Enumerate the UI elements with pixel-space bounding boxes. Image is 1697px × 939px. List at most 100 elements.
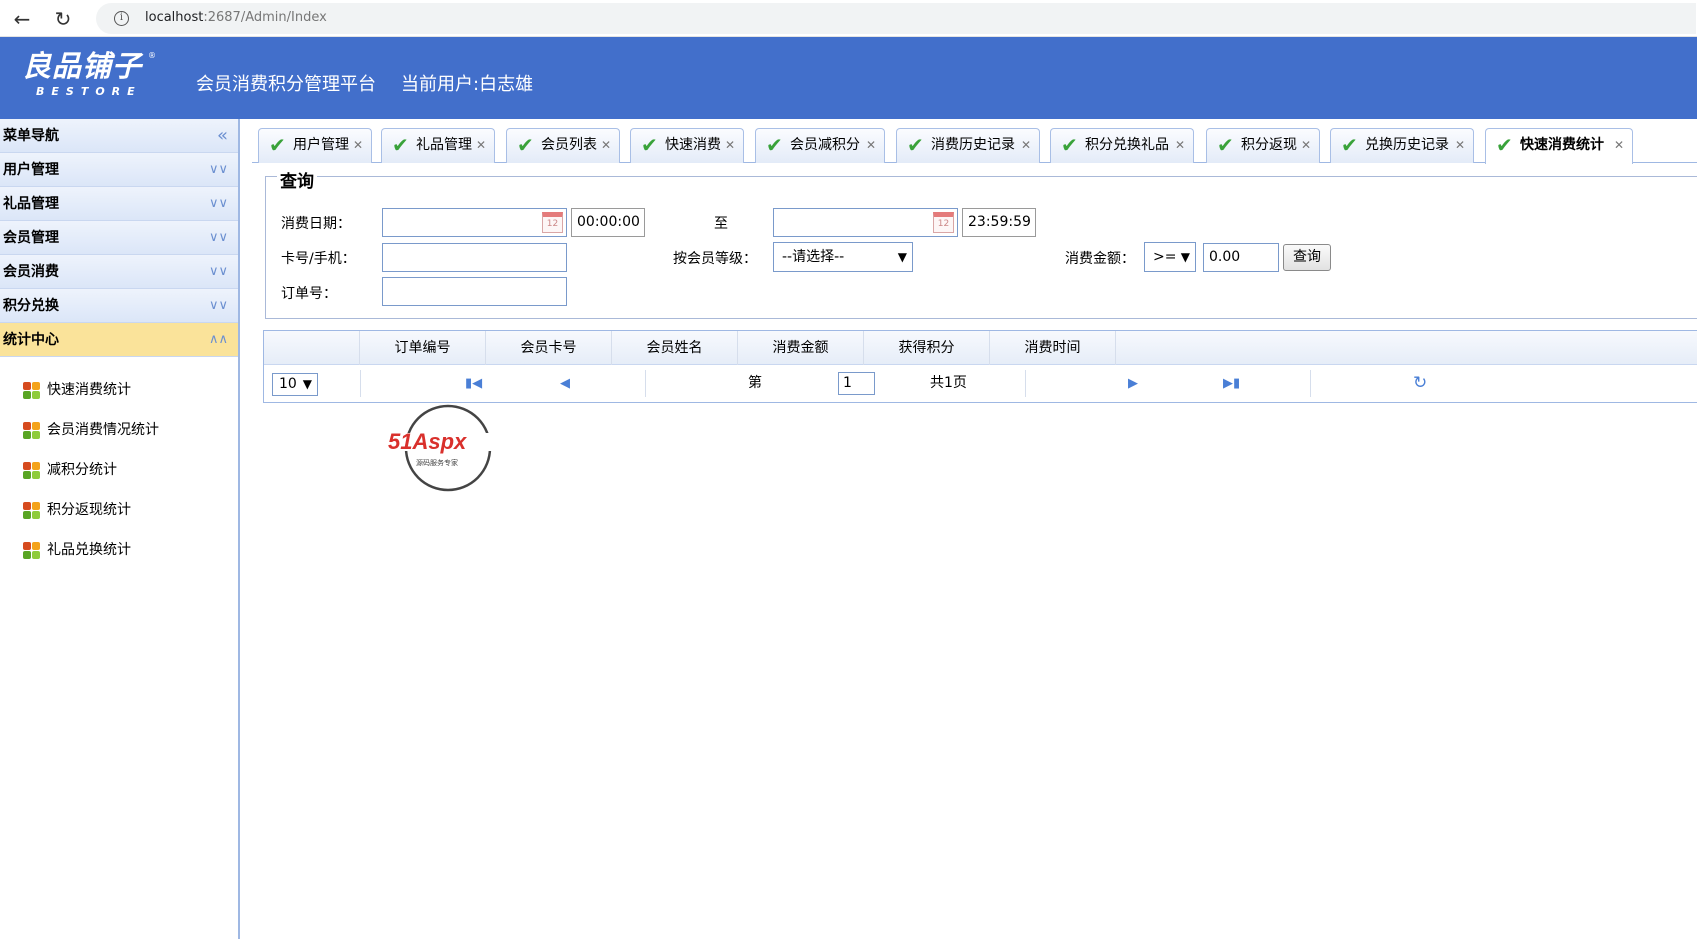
sidebar-section-member[interactable]: 会员管理 ∨∨ [0,221,238,255]
sidebar-item-member-consume-stats[interactable]: 会员消费情况统计 [0,417,238,457]
pager-separator [1025,370,1026,397]
grid-app-icon [23,462,40,479]
tab-member-list[interactable]: ✔ 会员列表 ✕ [506,128,620,163]
member-level-label: 按会员等级： [673,251,757,267]
order-number-input[interactable] [382,277,567,306]
close-icon[interactable]: ✕ [1455,129,1465,162]
grid-app-icon [23,542,40,559]
sidebar-section-consume[interactable]: 会员消费 ∨∨ [0,255,238,289]
bestore-logo: 良品铺子 ® BESTORE [22,49,162,109]
amount-operator-select[interactable]: >= ▼ [1144,242,1196,272]
refresh-icon[interactable]: ↻ [1413,365,1427,402]
tab-quick-consume[interactable]: ✔ 快速消费 ✕ [630,128,744,163]
grid-app-icon [23,422,40,439]
close-icon[interactable]: ✕ [866,129,876,162]
next-page-icon[interactable]: ▶ [1128,365,1138,402]
tab-bar: ✔ 用户管理 ✕ ✔ 礼品管理 ✕ ✔ 会员列表 ✕ ✔ 快速消费 ✕ ✔ 会员减积分 ✕ ✔ 消费历… [252,119,1697,164]
time-from-input[interactable]: 00:00:00 [571,208,645,237]
sidebar-item-gift-exchange-stats[interactable]: 礼品兑换统计 [0,537,238,577]
tab-member-deduct-points[interactable]: ✔ 会员减积分 ✕ [755,128,885,163]
prev-page-icon[interactable]: ◀ [560,365,570,402]
browser-toolbar: ← ↻ i localhost:2687/Admin/Index [0,0,1697,37]
pager: 10 ▼ ▮◀ ◀ 第 1 共1页 ▶ ▶▮ ↻ [264,365,1697,402]
sidebar-item-label: 快速消费统计 [47,382,131,398]
last-page-icon[interactable]: ▶▮ [1223,365,1240,402]
chevron-double-down-icon: ∨∨ [208,298,228,313]
date-from-input[interactable]: 12 [382,208,567,237]
check-icon: ✔ [392,133,409,157]
tab-exchange-history[interactable]: ✔ 兑换历史记录 ✕ [1330,128,1474,163]
sidebar-item-quick-consume-stats[interactable]: 快速消费统计 [0,377,238,417]
sidebar-item-cashback-stats[interactable]: 积分返现统计 [0,497,238,537]
back-arrow-icon[interactable]: ← [9,6,35,32]
sidebar-section-label: 礼品管理 [3,196,59,212]
close-icon[interactable]: ✕ [1175,129,1185,162]
close-icon[interactable]: ✕ [353,129,363,162]
amount-operator-selected: >= [1153,249,1177,265]
close-icon[interactable]: ✕ [1301,129,1311,162]
platform-title: 会员消费积分管理平台 [196,74,376,95]
order-label: 订单号： [281,286,337,302]
close-icon[interactable]: ✕ [1021,129,1031,162]
card-phone-input[interactable] [382,243,567,272]
current-user: 当前用户:白志雄 [401,74,534,95]
sidebar-section-gift[interactable]: 礼品管理 ∨∨ [0,187,238,221]
member-level-select[interactable]: --请选择-- ▼ [773,242,913,272]
amount-input[interactable]: 0.00 [1203,243,1279,272]
tab-label: 会员列表 [541,137,597,153]
url-text[interactable]: localhost:2687/Admin/Index [145,10,327,25]
check-icon: ✔ [1061,133,1078,157]
first-page-icon[interactable]: ▮◀ [465,365,482,402]
tab-label: 礼品管理 [416,137,472,153]
watermark-brand-text: 51Aspx [388,429,467,454]
logo-registered-mark: ® [148,51,156,60]
grid-app-icon [23,502,40,519]
sidebar-section-user[interactable]: 用户管理 ∨∨ [0,153,238,187]
col-consume-amount[interactable]: 消费金额 [738,331,864,365]
tab-gift-management[interactable]: ✔ 礼品管理 ✕ [381,128,495,163]
page-size-select[interactable]: 10 ▼ [272,373,318,396]
sidebar-item-deduct-points-stats[interactable]: 减积分统计 [0,457,238,497]
url-path: :2687/Admin/Index [203,10,327,25]
calendar-icon[interactable]: 12 [933,212,954,233]
address-bar[interactable]: i localhost:2687/Admin/Index [96,3,1696,34]
tab-points-exchange-gift[interactable]: ✔ 积分兑换礼品 ✕ [1050,128,1194,163]
page-number-input[interactable]: 1 [838,372,875,395]
sidebar-section-exchange[interactable]: 积分兑换 ∨∨ [0,289,238,323]
tab-quick-consume-stats[interactable]: ✔ 快速消费统计 ✕ [1485,128,1633,164]
tab-label: 兑换历史记录 [1365,137,1449,153]
reload-icon[interactable]: ↻ [50,6,76,32]
sidebar-item-label: 会员消费情况统计 [47,422,159,438]
time-to-input[interactable]: 23:59:59 [962,208,1036,237]
tab-consume-history[interactable]: ✔ 消费历史记录 ✕ [896,128,1040,163]
col-earned-points[interactable]: 获得积分 [864,331,990,365]
col-consume-time[interactable]: 消费时间 [990,331,1116,365]
search-button[interactable]: 查询 [1283,244,1331,271]
info-icon[interactable]: i [114,11,129,26]
tab-label: 积分返现 [1241,137,1297,153]
calendar-icon[interactable]: 12 [542,212,563,233]
sidebar-section-stats[interactable]: 统计中心 ∧∧ [0,323,238,357]
close-icon[interactable]: ✕ [725,129,735,162]
col-member-card[interactable]: 会员卡号 [486,331,612,365]
close-icon[interactable]: ✕ [601,129,611,162]
check-icon: ✔ [1341,133,1358,157]
tab-label: 积分兑换礼品 [1085,137,1169,153]
collapse-double-left-icon[interactable]: « [217,119,228,153]
query-panel: 查询 消费日期： 12 00:00:00 至 12 23:59:59 卡号/手机… [265,167,1697,319]
close-icon[interactable]: ✕ [1614,129,1624,162]
tab-points-cashback[interactable]: ✔ 积分返现 ✕ [1206,128,1320,163]
date-to-input[interactable]: 12 [773,208,958,237]
pager-separator [645,370,646,397]
col-order-number[interactable]: 订单编号 [360,331,486,365]
query-legend: 查询 [277,167,317,192]
page-size-value: 10 [279,376,297,392]
pager-separator [360,370,361,397]
chevron-down-icon: ▼ [1180,250,1190,264]
sidebar-item-label: 积分返现统计 [47,502,131,518]
tab-user-management[interactable]: ✔ 用户管理 ✕ [258,128,372,163]
chevron-double-down-icon: ∨∨ [208,230,228,245]
col-member-name[interactable]: 会员姓名 [612,331,738,365]
pager-separator [1310,370,1311,397]
close-icon[interactable]: ✕ [476,129,486,162]
